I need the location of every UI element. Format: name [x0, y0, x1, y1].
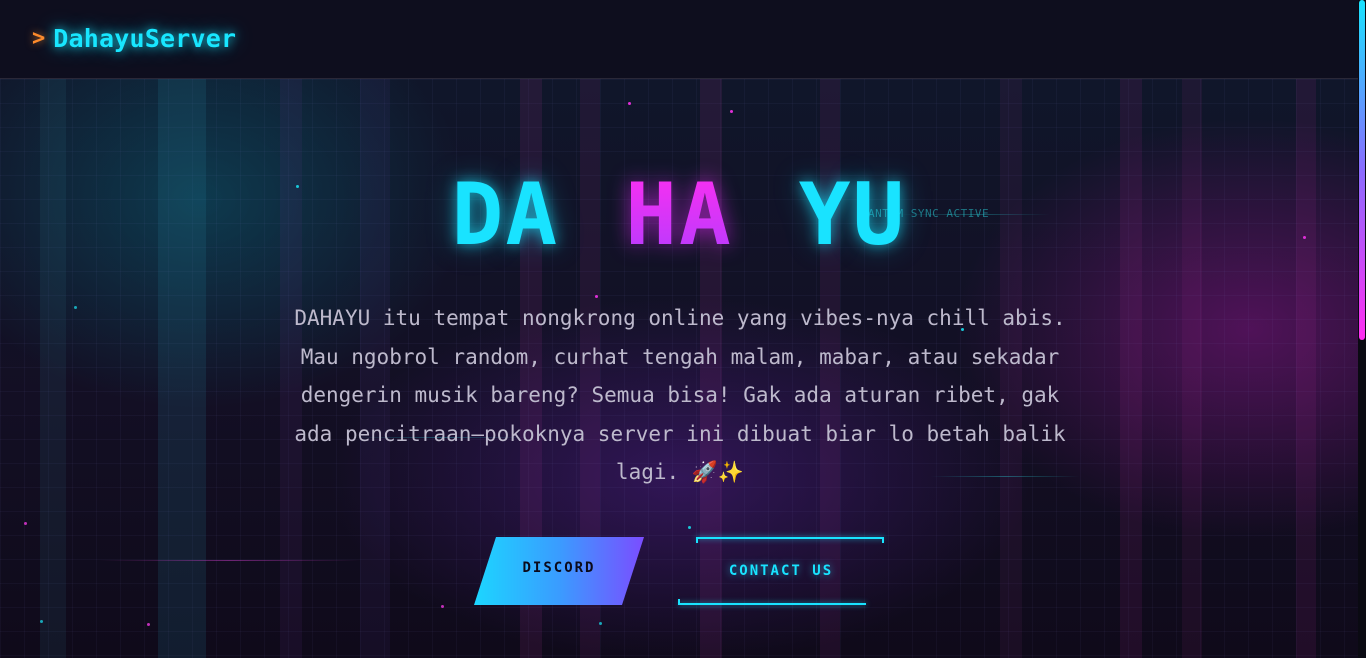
button-frame-line	[696, 537, 884, 539]
background-streak	[100, 560, 360, 561]
hero-section: ANTUM SYNC ACTIVE DA HA YU DAHAYU itu temp…	[0, 79, 1358, 658]
background-particle	[628, 102, 631, 105]
background-particle	[74, 306, 77, 309]
hero-description: DAHAYU itu tempat nongkrong online yang …	[294, 306, 1066, 484]
chevron-right-icon: >	[32, 26, 46, 51]
hero-title-part: YU	[798, 165, 907, 265]
background-particle	[595, 295, 598, 298]
background-particle	[147, 623, 150, 626]
background-particle	[24, 522, 27, 525]
navbar: > DahayuServer	[0, 0, 1358, 79]
contact-us-button[interactable]: CONTACT US	[678, 537, 884, 605]
background-particle	[730, 110, 733, 113]
discord-button[interactable]: DISCORD	[474, 537, 644, 605]
hero-title-part: DA	[451, 165, 560, 265]
button-frame-corner	[678, 599, 680, 605]
button-frame-line	[678, 603, 866, 605]
brand-logo-link[interactable]: > DahayuServer	[32, 24, 236, 53]
button-frame-corner	[882, 537, 884, 543]
scrollbar-thumb[interactable]	[1359, 0, 1365, 340]
background-particle	[40, 620, 43, 623]
discord-button-label: DISCORD	[522, 560, 596, 576]
contact-us-button-label: CONTACT US	[728, 563, 834, 579]
hero-title: DA HA YU	[0, 165, 1358, 265]
page-scrollbar[interactable]	[1358, 0, 1366, 658]
background-particle	[599, 622, 602, 625]
brand-name: DahayuServer	[53, 24, 237, 53]
background-particle	[688, 526, 691, 529]
button-frame-corner	[696, 537, 698, 543]
background-particle	[441, 605, 444, 608]
hero-title-part: HA	[625, 165, 733, 265]
